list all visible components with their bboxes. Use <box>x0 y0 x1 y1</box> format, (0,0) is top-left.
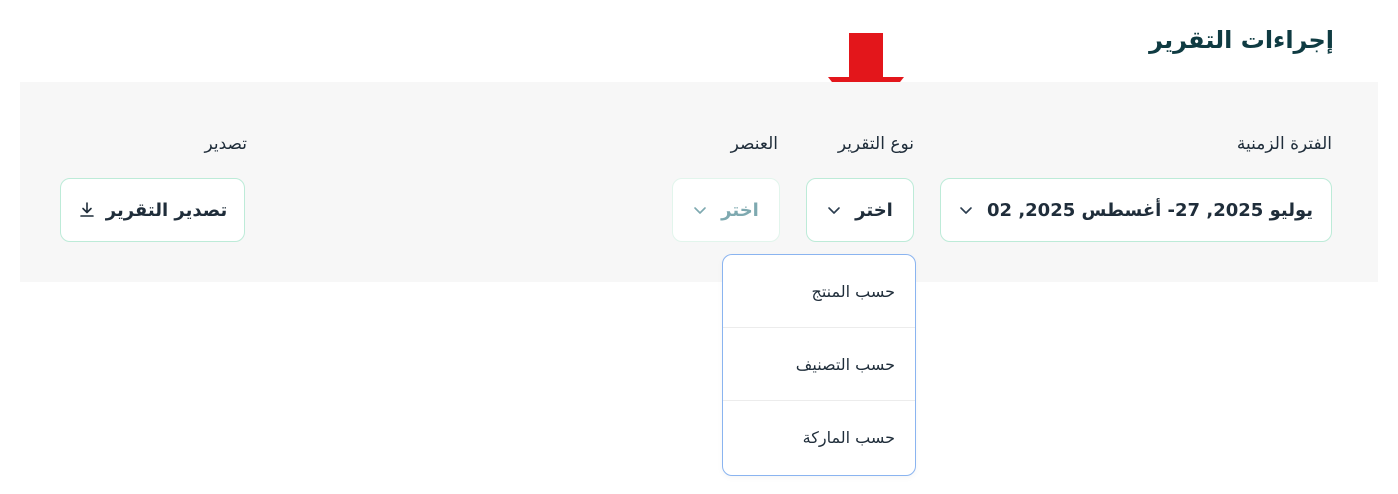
dropdown-item-by-brand[interactable]: حسب الماركة <box>723 401 915 474</box>
chevron-down-icon <box>693 203 707 217</box>
report-type-value: اختر <box>855 199 893 221</box>
element-label: العنصر <box>730 134 778 154</box>
dropdown-item-by-product[interactable]: حسب المنتج <box>723 255 915 328</box>
element-select[interactable]: اختر <box>672 178 780 242</box>
report-type-select[interactable]: اختر <box>806 178 914 242</box>
report-type-dropdown-menu: حسب المنتج حسب التصنيف حسب الماركة <box>722 254 916 476</box>
dropdown-item-label: حسب التصنيف <box>795 354 895 374</box>
export-label: تصدير <box>204 134 247 154</box>
chevron-down-icon <box>959 203 973 217</box>
dropdown-item-by-category[interactable]: حسب التصنيف <box>723 328 915 401</box>
period-select[interactable]: يوليو 2025, 27- أغسطس 2025, 02 <box>940 178 1332 242</box>
report-actions-page: إجراءات التقرير الفترة الزمنية نوع التقر… <box>0 0 1398 494</box>
export-button-label: تصدير التقرير <box>105 199 228 221</box>
dropdown-item-label: حسب الماركة <box>802 428 895 447</box>
chevron-down-icon <box>827 203 841 217</box>
page-title: إجراءات التقرير <box>1149 26 1334 54</box>
period-label: الفترة الزمنية <box>1236 134 1332 154</box>
period-value: يوليو 2025, 27- أغسطس 2025, 02 <box>986 199 1314 221</box>
element-value: اختر <box>721 199 759 221</box>
download-icon <box>78 201 96 219</box>
dropdown-item-label: حسب المنتج <box>811 281 895 301</box>
export-report-button[interactable]: تصدير التقرير <box>60 178 245 242</box>
report-type-label: نوع التقرير <box>837 134 914 154</box>
